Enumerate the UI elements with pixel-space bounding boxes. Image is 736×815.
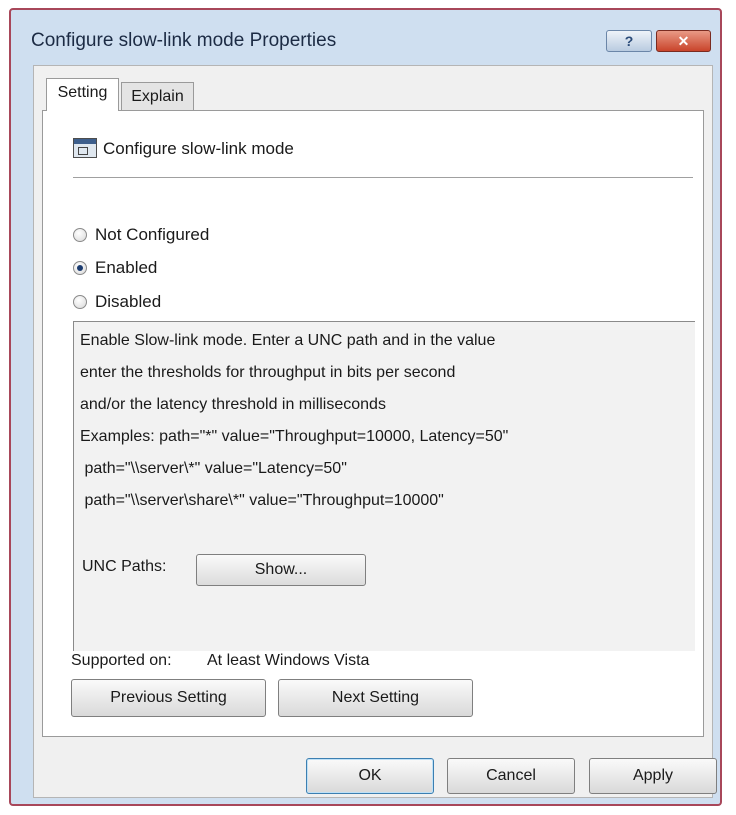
help-text-line: and/or the latency threshold in millisec… (80, 396, 386, 413)
apply-button[interactable]: Apply (589, 758, 717, 794)
help-button[interactable]: ? (606, 30, 652, 52)
tab-setting[interactable]: Setting (46, 78, 119, 111)
radio-button[interactable] (73, 261, 87, 275)
policy-setting-icon (73, 138, 97, 158)
radio-label: Enabled (95, 258, 158, 277)
help-text-line: path="\\server\share\*" value="Throughpu… (80, 492, 444, 509)
close-icon: ✕ (677, 33, 690, 49)
ok-button[interactable]: OK (306, 758, 434, 794)
radio-label: Disabled (95, 292, 162, 311)
setting-panel: Configure slow-link mode Not Configured … (42, 110, 704, 737)
cancel-button[interactable]: Cancel (447, 758, 575, 794)
tab-explain[interactable]: Explain (121, 82, 194, 112)
title-bar: Configure slow-link mode Properties ? ✕ (11, 10, 720, 64)
supported-on-value: At least Windows Vista (207, 652, 370, 669)
options-help-box: Enable Slow-link mode. Enter a UNC path … (73, 321, 695, 651)
radio-label: Not Configured (95, 225, 210, 244)
policy-name: Configure slow-link mode (103, 139, 294, 158)
help-text-line: path="\\server\*" value="Latency=50" (80, 460, 347, 477)
help-text-line: Examples: path="*" value="Throughput=100… (80, 428, 509, 445)
next-setting-button[interactable]: Next Setting (278, 679, 473, 717)
radio-button[interactable] (73, 295, 87, 309)
close-button[interactable]: ✕ (656, 30, 711, 52)
radio-disabled[interactable]: Disabled (73, 291, 161, 313)
window-title: Configure slow-link mode Properties (31, 30, 337, 51)
help-icon: ? (624, 33, 634, 49)
properties-dialog: Configure slow-link mode Properties ? ✕ … (9, 8, 722, 806)
help-text-line: Enable Slow-link mode. Enter a UNC path … (80, 332, 496, 349)
dialog-body: Explain Setting Configure slow-link mode… (33, 65, 717, 798)
supported-on-label: Supported on: (71, 652, 172, 669)
previous-setting-button[interactable]: Previous Setting (71, 679, 266, 717)
unc-paths-label: UNC Paths: (82, 558, 167, 575)
show-button[interactable]: Show... (196, 554, 366, 586)
radio-not-configured[interactable]: Not Configured (73, 224, 209, 246)
divider (73, 177, 693, 178)
radio-enabled[interactable]: Enabled (73, 257, 157, 279)
help-text-line: enter the thresholds for throughput in b… (80, 364, 456, 381)
radio-button[interactable] (73, 228, 87, 242)
